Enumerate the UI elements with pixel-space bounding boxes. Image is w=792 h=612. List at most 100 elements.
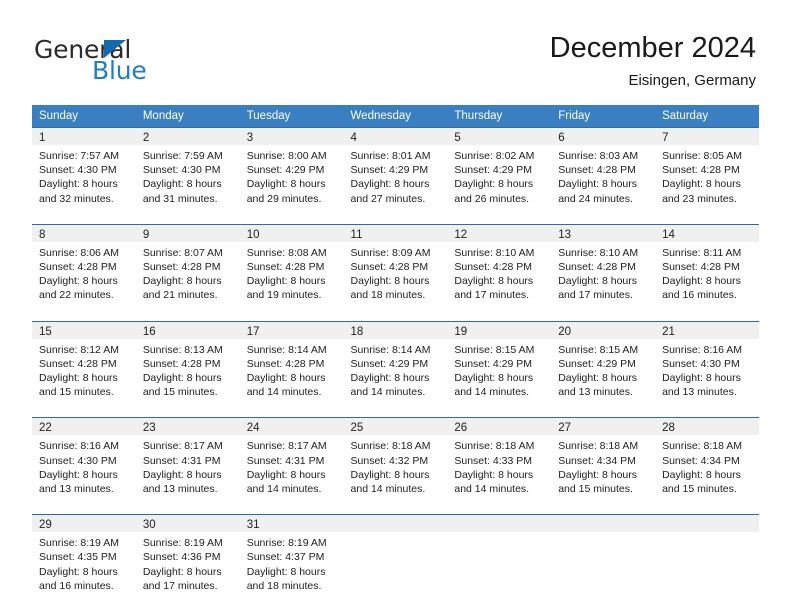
sunrise-text: Sunrise: 8:15 AM — [454, 343, 535, 356]
sunset-text: Sunset: 4:28 PM — [246, 261, 325, 274]
day-number: 29 — [32, 515, 136, 533]
day-number: 20 — [551, 321, 656, 339]
week-row: 15 Sunrise: 8:12 AM Sunset: 4:28 PM Dayligh… — [32, 320, 759, 406]
daylight-text: Daylight: 8 hours — [662, 372, 741, 385]
day-details — [447, 532, 551, 590]
week-spacer-cell — [551, 405, 656, 418]
week-spacer-cell — [655, 405, 759, 418]
day-cell[interactable]: 15 Sunrise: 8:12 AM Sunset: 4:28 PM Dayligh… — [32, 320, 136, 406]
day-details: Sunrise: 8:18 AM Sunset: 4:34 PM Daylight:… — [655, 435, 759, 502]
daylight-text: and 31 minutes. — [142, 192, 218, 205]
day-cell[interactable]: 7 Sunrise: 8:05 AM Sunset: 4:28 PM Daylight… — [655, 126, 759, 212]
day-number: 1 — [32, 128, 136, 145]
sunset-text: Sunset: 4:29 PM — [558, 357, 636, 370]
day-cell[interactable]: 25 Sunrise: 8:18 AM Sunset: 4:32 PM Dayligh… — [343, 417, 448, 503]
general-blue-logo: General Blue — [34, 36, 254, 92]
day-number — [551, 515, 656, 533]
day-details — [655, 532, 759, 590]
sunset-text: Sunset: 4:28 PM — [558, 164, 636, 177]
day-cell[interactable]: 24 Sunrise: 8:17 AM Sunset: 4:31 PM Dayligh… — [239, 417, 344, 503]
week-spacer-row — [32, 502, 759, 515]
day-number: 3 — [239, 128, 344, 145]
day-cell[interactable]: 26 Sunrise: 8:18 AM Sunset: 4:33 PM Dayligh… — [447, 417, 552, 503]
day-cell[interactable]: 31 Sunrise: 8:19 AM Sunset: 4:37 PM Dayligh… — [239, 514, 344, 600]
day-cell[interactable]: 12 Sunrise: 8:10 AM Sunset: 4:28 PM Dayligh… — [447, 223, 552, 309]
day-details: Sunrise: 8:10 AM Sunset: 4:28 PM Daylight:… — [447, 242, 551, 309]
day-cell-empty — [343, 514, 448, 600]
sunrise-text: Sunrise: 8:12 AM — [39, 343, 119, 356]
day-details: Sunrise: 8:19 AM Sunset: 4:36 PM Daylight:… — [136, 532, 240, 599]
sunset-text: Sunset: 4:32 PM — [350, 454, 429, 467]
daylight-text: Daylight: 8 hours — [350, 275, 430, 288]
sunrise-text: Sunrise: 8:18 AM — [350, 440, 431, 453]
weekday-header-tuesday: Tuesday — [239, 105, 344, 128]
day-cell[interactable]: 30 Sunrise: 8:19 AM Sunset: 4:36 PM Dayligh… — [135, 514, 240, 600]
day-cell[interactable]: 14 Sunrise: 8:11 AM Sunset: 4:28 PM Dayligh… — [655, 223, 759, 309]
sunrise-text: Sunrise: 8:16 AM — [39, 440, 119, 453]
sunrise-text: Sunrise: 8:00 AM — [246, 150, 327, 162]
day-cell[interactable]: 9 Sunrise: 8:07 AM Sunset: 4:28 PM Daylight… — [135, 223, 240, 309]
day-number: 19 — [447, 321, 552, 339]
daylight-text: and 13 minutes. — [142, 483, 218, 496]
week-spacer-cell — [239, 405, 344, 418]
day-cell[interactable]: 28 Sunrise: 8:18 AM Sunset: 4:34 PM Dayligh… — [655, 417, 759, 503]
day-details: Sunrise: 8:06 AM Sunset: 4:28 PM Daylight:… — [32, 242, 136, 309]
day-number: 11 — [343, 224, 448, 242]
day-cell[interactable]: 1 Sunrise: 7:57 AM Sunset: 4:30 PM Daylight… — [32, 126, 136, 212]
week-spacer-cell — [32, 405, 136, 418]
day-cell[interactable]: 29 Sunrise: 8:19 AM Sunset: 4:35 PM Dayligh… — [32, 514, 136, 600]
sunset-text: Sunset: 4:34 PM — [558, 454, 636, 467]
day-cell[interactable]: 23 Sunrise: 8:17 AM Sunset: 4:31 PM Dayligh… — [135, 417, 240, 503]
week-spacer-cell — [655, 502, 759, 515]
daylight-text: Daylight: 8 hours — [246, 372, 326, 385]
daylight-text: Daylight: 8 hours — [39, 178, 118, 191]
day-details: Sunrise: 8:01 AM Sunset: 4:29 PM Daylight:… — [344, 145, 448, 212]
day-number: 4 — [343, 128, 448, 145]
day-number: 30 — [135, 515, 240, 533]
sunset-text: Sunset: 4:30 PM — [39, 454, 117, 467]
weekday-header-row: Sunday Monday Tuesday Wednesday Thursday… — [32, 105, 759, 128]
day-number: 12 — [447, 224, 552, 242]
weekday-header-wednesday: Wednesday — [343, 105, 448, 128]
day-cell[interactable]: 8 Sunrise: 8:06 AM Sunset: 4:28 PM Daylight… — [32, 223, 136, 309]
day-cell[interactable]: 17 Sunrise: 8:14 AM Sunset: 4:28 PM Dayligh… — [239, 320, 344, 406]
weekday-header-monday: Monday — [135, 105, 240, 128]
day-cell[interactable]: 20 Sunrise: 8:15 AM Sunset: 4:29 PM Dayligh… — [551, 320, 656, 406]
page-subtitle: Eisingen, Germany — [628, 72, 756, 89]
daylight-text: Daylight: 8 hours — [662, 468, 741, 481]
daylight-text: and 32 minutes. — [39, 192, 114, 205]
day-cell[interactable]: 4 Sunrise: 8:01 AM Sunset: 4:29 PM Daylight… — [343, 126, 448, 212]
day-cell[interactable]: 5 Sunrise: 8:02 AM Sunset: 4:29 PM Daylight… — [447, 126, 552, 212]
day-details: Sunrise: 8:16 AM Sunset: 4:30 PM Daylight:… — [32, 435, 136, 502]
day-cell[interactable]: 21 Sunrise: 8:16 AM Sunset: 4:30 PM Dayligh… — [655, 320, 759, 406]
day-cell[interactable]: 18 Sunrise: 8:14 AM Sunset: 4:29 PM Dayligh… — [343, 320, 448, 406]
sunrise-text: Sunrise: 8:08 AM — [246, 246, 327, 259]
day-details: Sunrise: 8:07 AM Sunset: 4:28 PM Daylight:… — [136, 242, 240, 309]
sunrise-text: Sunrise: 8:18 AM — [454, 440, 535, 453]
day-cell[interactable]: 6 Sunrise: 8:03 AM Sunset: 4:28 PM Daylight… — [551, 126, 656, 212]
sunset-text: Sunset: 4:28 PM — [39, 261, 117, 274]
week-spacer-cell — [32, 211, 136, 225]
day-cell[interactable]: 3 Sunrise: 8:00 AM Sunset: 4:29 PM Daylight… — [239, 126, 344, 212]
day-number — [447, 515, 552, 533]
day-cell[interactable]: 10 Sunrise: 8:08 AM Sunset: 4:28 PM Dayligh… — [239, 223, 344, 309]
sunset-text: Sunset: 4:28 PM — [454, 261, 533, 274]
day-number — [343, 515, 448, 533]
sunrise-text: Sunrise: 8:17 AM — [142, 440, 223, 453]
day-details: Sunrise: 8:05 AM Sunset: 4:28 PM Daylight:… — [655, 145, 759, 212]
week-spacer-row — [32, 211, 759, 225]
daylight-text: Daylight: 8 hours — [662, 178, 741, 191]
day-cell[interactable]: 27 Sunrise: 8:18 AM Sunset: 4:34 PM Dayligh… — [551, 417, 656, 503]
sunset-text: Sunset: 4:28 PM — [350, 261, 429, 274]
day-cell[interactable]: 16 Sunrise: 8:13 AM Sunset: 4:28 PM Dayligh… — [135, 320, 240, 406]
daylight-text: Daylight: 8 hours — [142, 565, 222, 578]
sunrise-text: Sunrise: 8:14 AM — [246, 343, 327, 356]
day-cell[interactable]: 13 Sunrise: 8:10 AM Sunset: 4:28 PM Dayligh… — [551, 223, 656, 309]
day-cell[interactable]: 11 Sunrise: 8:09 AM Sunset: 4:28 PM Dayligh… — [343, 223, 448, 309]
day-cell[interactable]: 22 Sunrise: 8:16 AM Sunset: 4:30 PM Dayligh… — [32, 417, 136, 503]
week-spacer-cell — [135, 211, 240, 225]
sunset-text: Sunset: 4:28 PM — [662, 164, 740, 177]
day-cell[interactable]: 2 Sunrise: 7:59 AM Sunset: 4:30 PM Daylight… — [135, 126, 240, 212]
daylight-text: and 17 minutes. — [454, 289, 530, 302]
day-cell[interactable]: 19 Sunrise: 8:15 AM Sunset: 4:29 PM Dayligh… — [447, 320, 552, 406]
